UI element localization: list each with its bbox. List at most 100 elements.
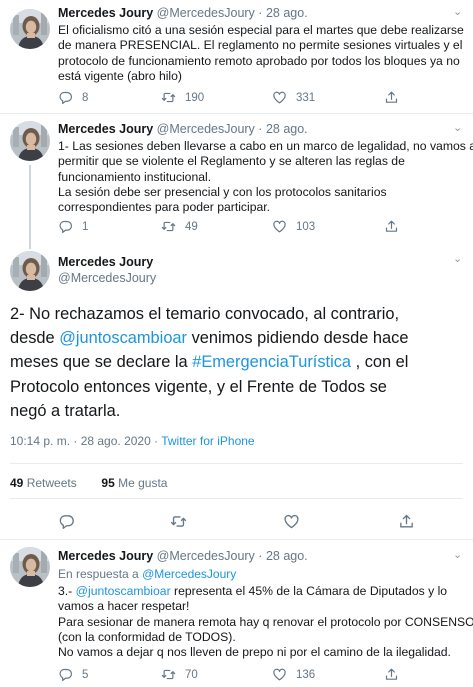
likes-count: 95 — [101, 476, 115, 490]
text-span: , con el — [351, 353, 409, 372]
reply-icon — [58, 90, 73, 105]
mention-link[interactable]: @juntoscambioar — [59, 329, 187, 347]
reply-button[interactable]: 1 — [58, 219, 88, 234]
tweet-actions: 1 49 103 — [58, 219, 418, 235]
reply-button[interactable] — [58, 513, 75, 530]
tweet-text: 3.- @juntoscambioar representa el 45% de… — [58, 584, 473, 660]
hashtag-link[interactable]: #EmergenciaTurística — [192, 353, 351, 371]
avatar[interactable] — [10, 121, 50, 161]
chevron-down-icon[interactable]: ⌄ — [453, 121, 462, 134]
retweet-count: 190 — [185, 91, 205, 104]
tweet-text-line: negó a tratarla. — [10, 401, 121, 420]
tweet-text-line: correspondientes para poder participar. — [58, 200, 271, 215]
retweet-button[interactable]: 190 — [161, 90, 204, 105]
tweet-header: Mercedes Joury @MercedesJoury — [58, 254, 156, 286]
tweet-time[interactable]: 28 ago. — [266, 6, 308, 20]
retweet-count: 49 — [185, 220, 198, 233]
avatar[interactable] — [10, 547, 50, 587]
divider — [0, 539, 473, 540]
divider — [10, 498, 463, 499]
author-handle[interactable]: @MercedesJoury — [157, 6, 255, 20]
tweet-text-line: El oficialismo citó a una sesión especia… — [58, 23, 464, 37]
likes-stat[interactable]: 95 Me gusta — [101, 476, 167, 490]
reply-icon — [58, 513, 75, 530]
retweets-stat[interactable]: 49 Retweets — [10, 476, 77, 490]
tweet-text-line: No vamos a dejar q nos lleven de prepo n… — [58, 645, 451, 660]
tweet-text-line: 3.- @juntoscambioar representa el 45% de… — [58, 584, 473, 599]
like-count: 103 — [296, 220, 316, 233]
like-button[interactable] — [283, 513, 300, 530]
tweet-timestamp[interactable]: 10:14 p. m. · 28 ago. 2020 · — [10, 434, 161, 448]
tweet-actions: 8 190 331 — [58, 90, 418, 106]
retweet-icon — [161, 219, 176, 234]
separator-dot: · — [258, 6, 263, 20]
tweet-text-line: permitir que se violente el Reglamento y… — [58, 154, 405, 169]
author-name[interactable]: Mercedes Joury — [58, 254, 156, 270]
retweets-label: Retweets — [26, 476, 77, 490]
tweet-actions: 5 70 136 — [58, 667, 418, 683]
reply-button[interactable]: 8 — [58, 90, 88, 105]
tweet-text-line: 2- No rechazamos el temario convocado, a… — [10, 305, 400, 323]
tweet-stats: 49 Retweets 95 Me gusta — [10, 476, 167, 490]
share-button[interactable] — [384, 667, 399, 682]
like-count: 331 — [296, 91, 316, 104]
reply-count: 5 — [82, 668, 89, 681]
like-button[interactable]: 103 — [272, 219, 315, 234]
author-handle[interactable]: @MercedesJoury — [157, 122, 255, 136]
tweet-source-link[interactable]: Twitter for iPhone — [161, 434, 254, 448]
like-icon — [272, 667, 287, 682]
tweet-text-line: Protocolo entonces vigente, y el Frente … — [10, 377, 387, 396]
divider — [10, 463, 463, 464]
author-handle[interactable]: @MercedesJoury — [157, 549, 255, 563]
retweet-icon — [161, 90, 176, 105]
chevron-down-icon[interactable]: ⌄ — [453, 548, 462, 561]
retweet-button[interactable]: 70 — [161, 667, 198, 682]
share-icon — [384, 90, 399, 105]
tweet-text-line: desde @juntoscambioar venimos pidiendo d… — [10, 326, 408, 350]
tweet-text-line: de manera PRESENCIAL. El reglamento no p… — [58, 38, 463, 53]
tweet-text-line: está vigente (abro hilo) — [58, 68, 182, 83]
in-reply-handle-link[interactable]: @MercedesJoury — [142, 567, 236, 581]
share-icon — [398, 513, 415, 530]
tweet-header: Mercedes Joury @MercedesJoury · 28 ago. — [58, 122, 308, 136]
text-span: 3.- — [58, 584, 76, 598]
avatar[interactable] — [10, 251, 50, 291]
like-icon — [272, 219, 287, 234]
like-button[interactable]: 331 — [272, 90, 315, 105]
share-icon — [384, 667, 399, 682]
tweet-text-line: (con la conformidad de TODOS). — [58, 629, 236, 644]
tweet-meta: 10:14 p. m. · 28 ago. 2020 · Twitter for… — [10, 434, 255, 448]
chevron-down-icon[interactable]: ⌄ — [453, 5, 462, 18]
retweet-icon — [170, 513, 187, 530]
tweet-text-line: La sesión debe ser presencial y con los … — [58, 184, 387, 199]
mention-link[interactable]: @juntoscambioar — [76, 584, 171, 598]
in-reply-label: En respuesta a — [58, 567, 143, 581]
retweet-button[interactable]: 49 — [161, 219, 198, 234]
tweet-actions — [58, 513, 418, 529]
retweet-button[interactable] — [170, 513, 187, 530]
like-button[interactable]: 136 — [272, 667, 315, 682]
author-name[interactable]: Mercedes Joury — [58, 6, 153, 20]
share-button[interactable] — [384, 90, 399, 105]
reply-button[interactable]: 5 — [58, 667, 88, 682]
author-name[interactable]: Mercedes Joury — [58, 122, 153, 136]
tweet-header: Mercedes Joury @MercedesJoury · 28 ago. — [58, 6, 308, 20]
likes-label: Me gusta — [118, 476, 168, 490]
tweet-time[interactable]: 28 ago. — [266, 549, 308, 563]
author-handle[interactable]: @MercedesJoury — [58, 270, 156, 286]
chevron-down-icon[interactable]: ⌄ — [453, 252, 462, 265]
share-button[interactable] — [384, 219, 399, 234]
tweet-text-line: protocolo de funcionamiento remoto aprob… — [58, 53, 460, 68]
share-button[interactable] — [398, 513, 415, 530]
retweet-icon — [161, 667, 176, 682]
tweet-text-line: meses que se declare la #EmergenciaTurís… — [10, 350, 408, 374]
reply-count: 1 — [82, 220, 89, 233]
reply-icon — [58, 667, 73, 682]
avatar[interactable] — [10, 9, 50, 49]
tweet-time[interactable]: 28 ago. — [266, 122, 308, 136]
divider — [0, 113, 473, 114]
separator-dot: · — [258, 122, 263, 136]
separator-dot: · — [258, 549, 263, 563]
author-name[interactable]: Mercedes Joury — [58, 549, 153, 563]
tweet-text-line: funcionamiento institucional. — [58, 169, 212, 184]
